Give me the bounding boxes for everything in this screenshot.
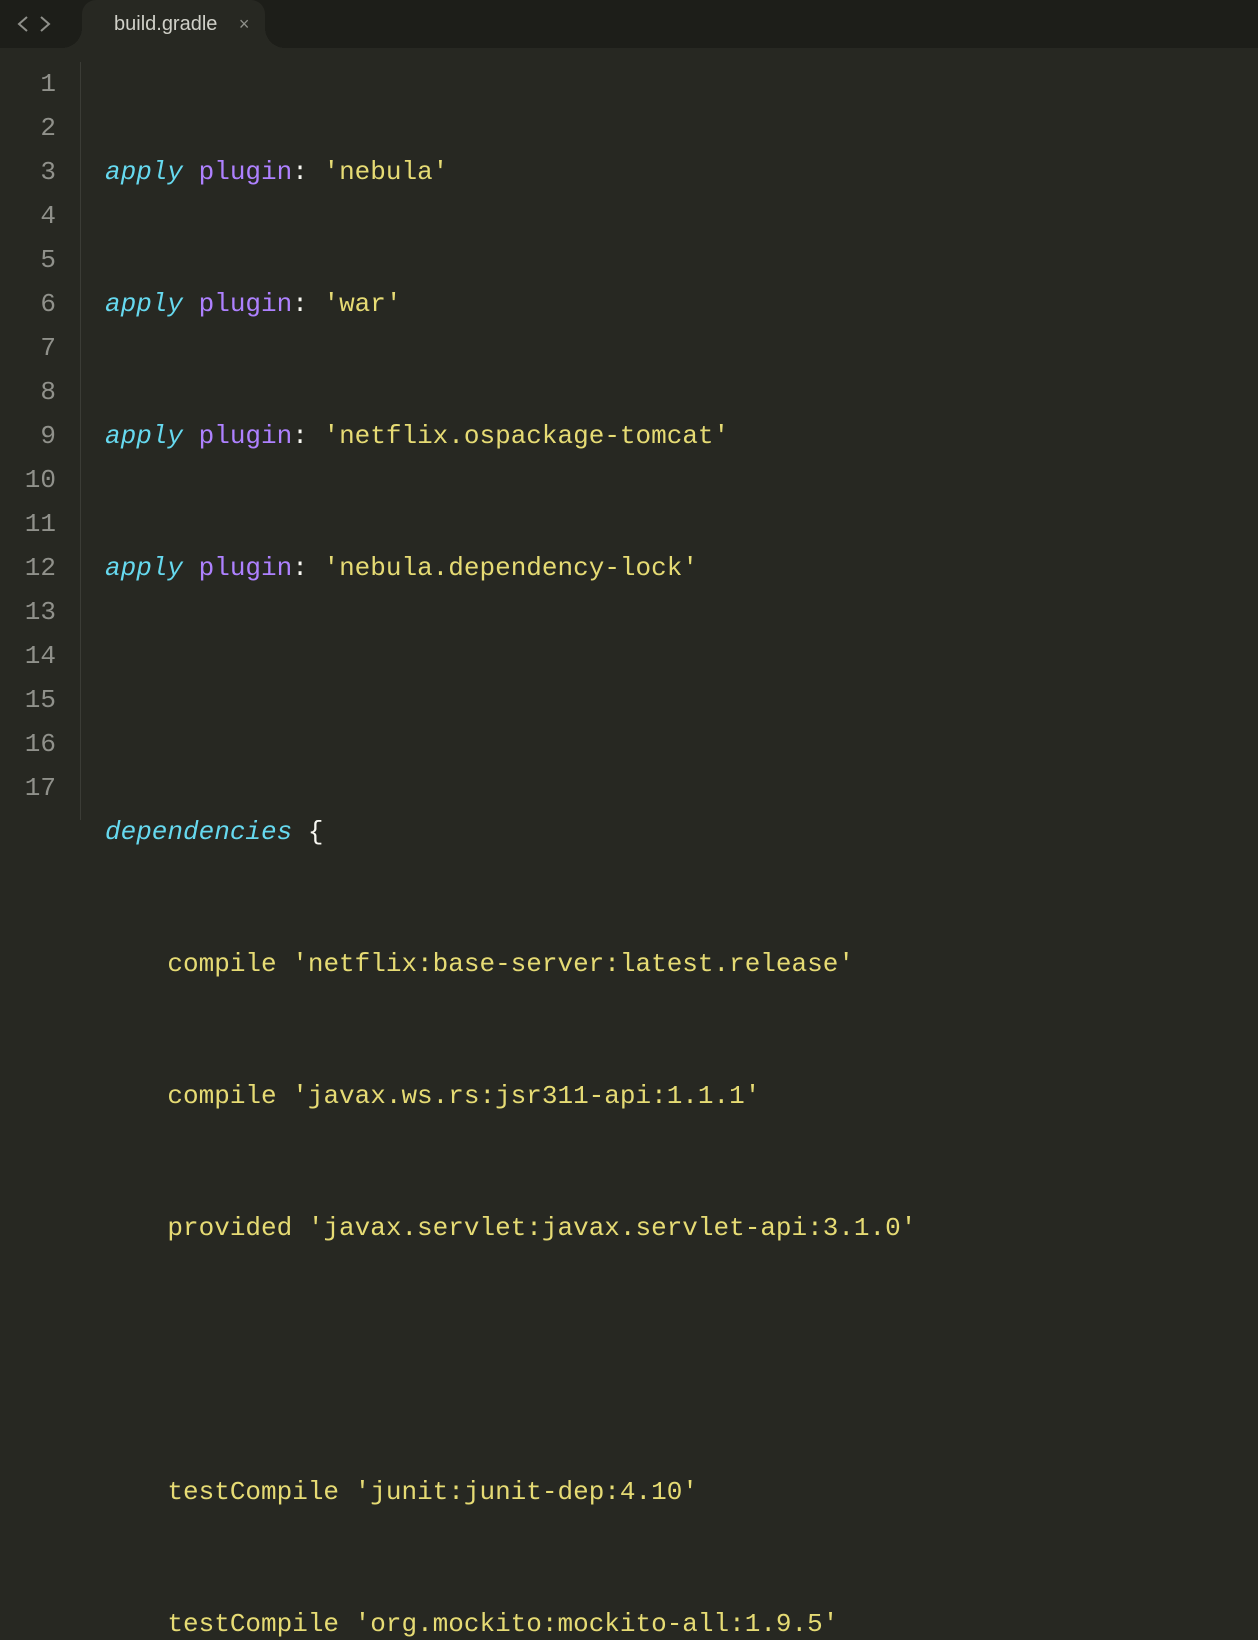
dependency-coord: 'org.mockito:mockito-all:1.9.5': [355, 1609, 839, 1639]
line-number: 13: [0, 590, 56, 634]
code-line: dependencies {: [105, 810, 1258, 854]
keyword-plugin: plugin: [199, 157, 293, 187]
line-number: 16: [0, 722, 56, 766]
line-number: 14: [0, 634, 56, 678]
colon: :: [292, 421, 308, 451]
keyword-plugin: plugin: [199, 421, 293, 451]
colon: :: [292, 289, 308, 319]
configuration-name: compile: [167, 949, 276, 979]
line-number: 10: [0, 458, 56, 502]
line-number: 1: [0, 62, 56, 106]
line-number: 7: [0, 326, 56, 370]
code-line: provided 'javax.servlet:javax.servlet-ap…: [105, 1206, 1258, 1250]
title-bar: build.gradle ×: [0, 0, 1258, 48]
code-area[interactable]: apply plugin: 'nebula' apply plugin: 'wa…: [80, 62, 1258, 820]
line-number: 17: [0, 766, 56, 810]
nav-forward-button[interactable]: [36, 15, 54, 33]
colon: :: [292, 157, 308, 187]
line-number: 2: [0, 106, 56, 150]
dependency-coord: 'junit:junit-dep:4.10': [355, 1477, 698, 1507]
keyword-dependencies: dependencies: [105, 817, 292, 847]
line-number: 12: [0, 546, 56, 590]
file-tab-title: build.gradle: [114, 13, 217, 36]
line-number-gutter: 1 2 3 4 5 6 7 8 9 10 11 12 13 14 15 16 1…: [0, 62, 80, 820]
brace-open: {: [308, 817, 324, 847]
code-line: testCompile 'junit:junit-dep:4.10': [105, 1470, 1258, 1514]
code-line: [105, 1338, 1258, 1382]
line-number: 6: [0, 282, 56, 326]
code-line: apply plugin: 'nebula': [105, 150, 1258, 194]
nav-arrows: [0, 15, 62, 33]
plugin-name: 'nebula.dependency-lock': [323, 553, 697, 583]
configuration-name: testCompile: [167, 1477, 339, 1507]
plugin-name: 'nebula': [323, 157, 448, 187]
keyword-plugin: plugin: [199, 553, 293, 583]
code-line: testCompile 'org.mockito:mockito-all:1.9…: [105, 1602, 1258, 1640]
keyword-plugin: plugin: [199, 289, 293, 319]
close-tab-button[interactable]: ×: [239, 15, 250, 33]
file-tab[interactable]: build.gradle ×: [82, 0, 265, 48]
line-number: 11: [0, 502, 56, 546]
code-line: apply plugin: 'netflix.ospackage-tomcat': [105, 414, 1258, 458]
line-number: 3: [0, 150, 56, 194]
configuration-name: provided: [167, 1213, 292, 1243]
nav-back-button[interactable]: [14, 15, 32, 33]
line-number: 5: [0, 238, 56, 282]
code-line: apply plugin: 'war': [105, 282, 1258, 326]
keyword-apply: apply: [105, 157, 183, 187]
keyword-apply: apply: [105, 421, 183, 451]
configuration-name: compile: [167, 1081, 276, 1111]
code-line: apply plugin: 'nebula.dependency-lock': [105, 546, 1258, 590]
plugin-name: 'netflix.ospackage-tomcat': [323, 421, 729, 451]
line-number: 8: [0, 370, 56, 414]
plugin-name: 'war': [323, 289, 401, 319]
line-number: 15: [0, 678, 56, 722]
dependency-coord: 'javax.servlet:javax.servlet-api:3.1.0': [308, 1213, 917, 1243]
editor-pane: 1 2 3 4 5 6 7 8 9 10 11 12 13 14 15 16 1…: [0, 48, 1258, 820]
keyword-apply: apply: [105, 553, 183, 583]
keyword-apply: apply: [105, 289, 183, 319]
line-number: 9: [0, 414, 56, 458]
code-line: [105, 678, 1258, 722]
configuration-name: testCompile: [167, 1609, 339, 1639]
line-number: 4: [0, 194, 56, 238]
code-line: compile 'javax.ws.rs:jsr311-api:1.1.1': [105, 1074, 1258, 1118]
colon: :: [292, 553, 308, 583]
code-line: compile 'netflix:base-server:latest.rele…: [105, 942, 1258, 986]
dependency-coord: 'javax.ws.rs:jsr311-api:1.1.1': [292, 1081, 760, 1111]
dependency-coord: 'netflix:base-server:latest.release': [292, 949, 854, 979]
